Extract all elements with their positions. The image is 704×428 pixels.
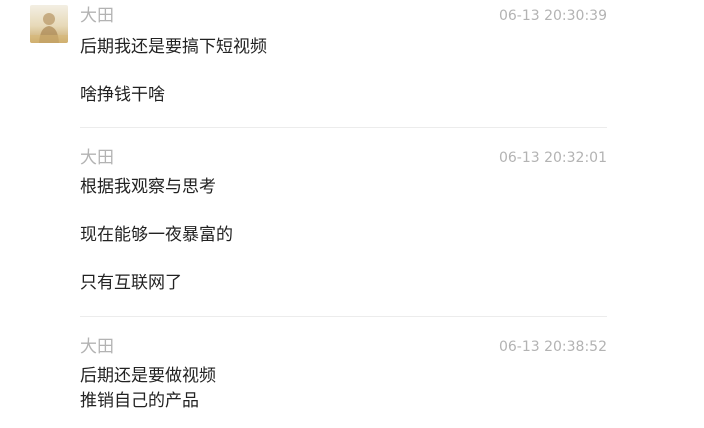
message-line: 啥挣钱干啥 <box>80 85 165 105</box>
message-line: 根据我观察与思考 <box>80 177 216 197</box>
message-line: 后期还是要做视频 <box>80 366 216 386</box>
message-line: 推销自己的产品 <box>80 391 199 411</box>
sender-name: 大田 <box>80 337 114 357</box>
sender-name: 大田 <box>80 148 114 168</box>
message-line: 只有互联网了 <box>80 273 182 293</box>
message-item: 大田 06-13 20:38:52 后期还是要做视频 推销自己的产品 <box>80 336 607 416</box>
message-item: 大田 06-13 20:32:01 根据我观察与思考 现在能够一夜暴富的 只有互… <box>80 147 607 297</box>
avatar[interactable] <box>30 5 68 43</box>
message-time: 06-13 20:30:39 <box>498 8 607 24</box>
message-line: 现在能够一夜暴富的 <box>80 225 233 245</box>
message-time: 06-13 20:38:52 <box>498 339 607 355</box>
user-avatar-icon <box>30 5 68 43</box>
divider <box>80 316 607 317</box>
message-item: 大田 06-13 20:30:39 后期我还是要搞下短视频 啥挣钱干啥 <box>80 5 607 105</box>
message-time: 06-13 20:32:01 <box>498 150 607 166</box>
divider <box>80 127 607 128</box>
message-line: 后期我还是要搞下短视频 <box>80 37 267 57</box>
sender-name: 大田 <box>80 6 114 26</box>
